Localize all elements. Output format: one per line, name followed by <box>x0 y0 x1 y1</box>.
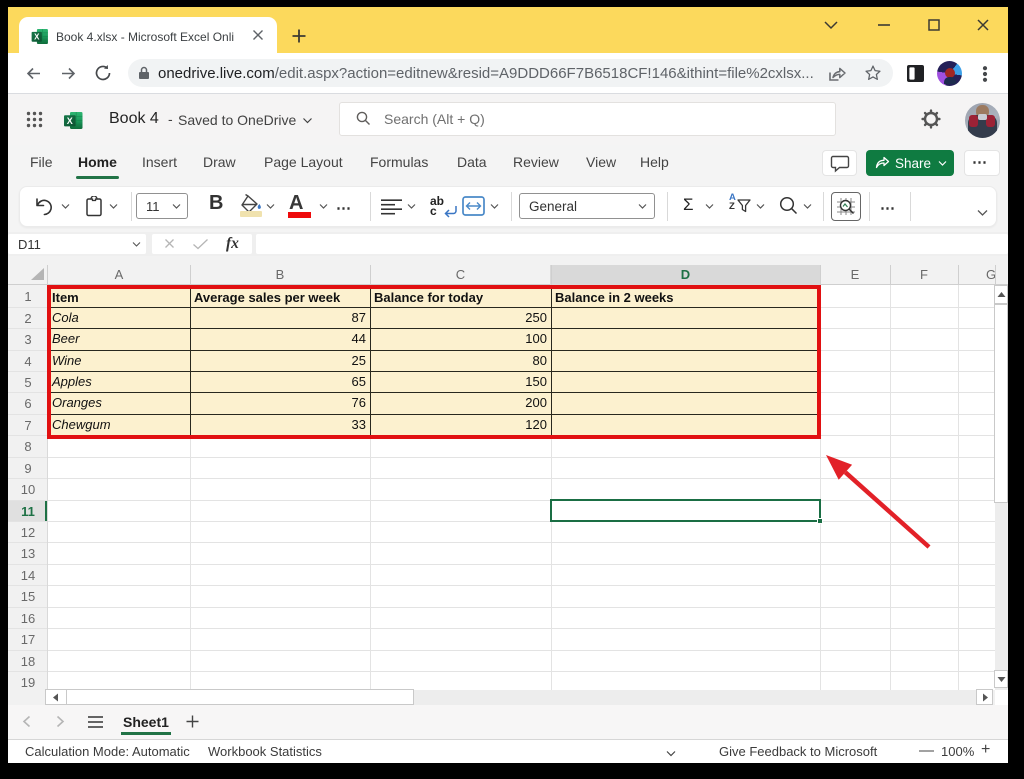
svg-text:X: X <box>34 32 40 41</box>
svg-text:X: X <box>67 116 73 126</box>
